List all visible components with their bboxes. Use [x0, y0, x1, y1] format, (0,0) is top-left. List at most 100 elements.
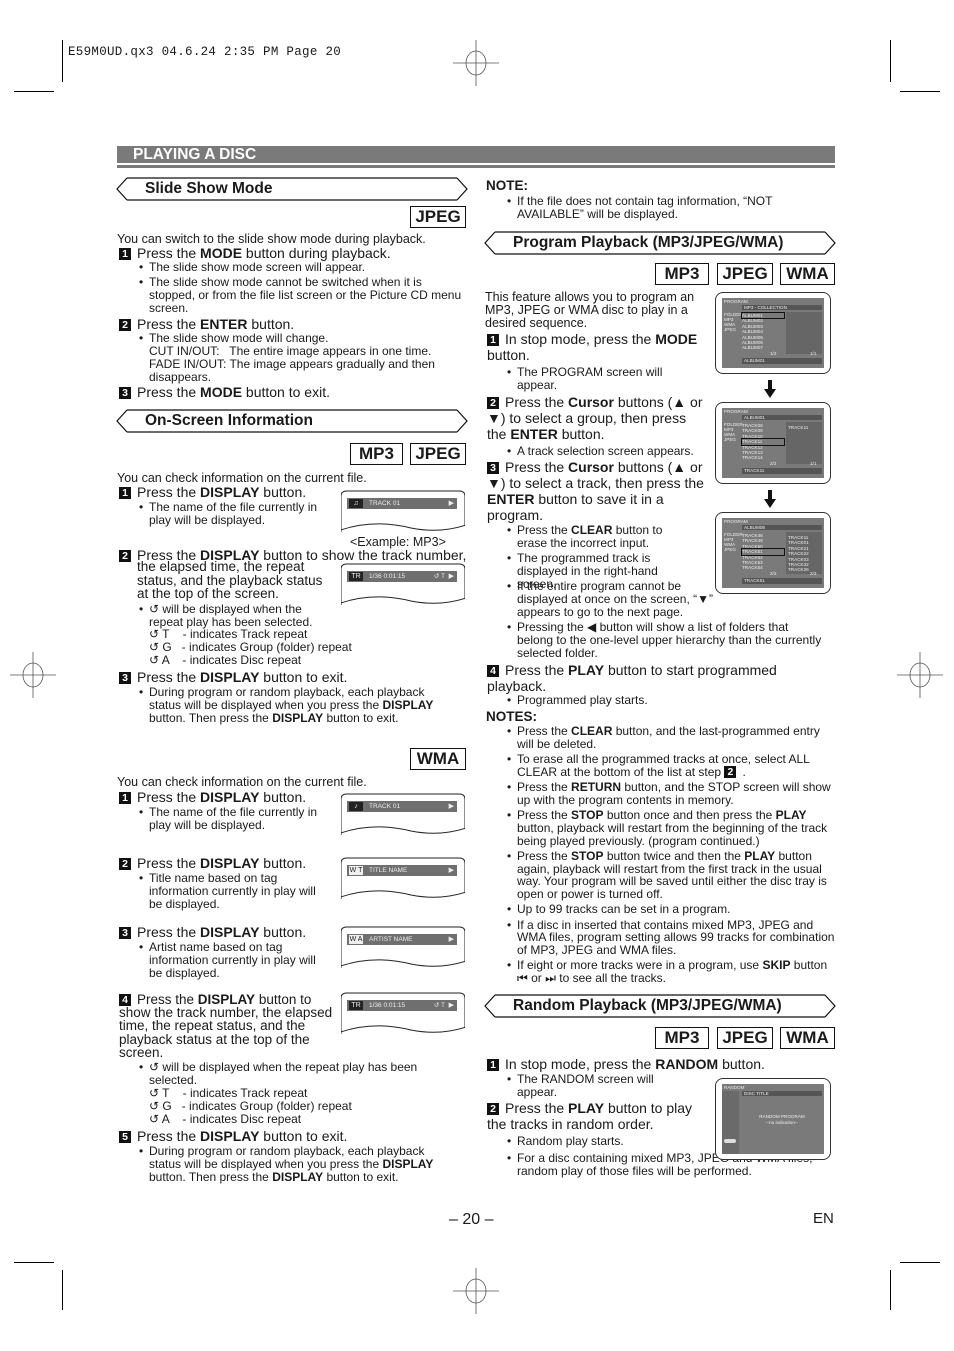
step-number: 3	[119, 927, 131, 939]
screen-side-menu: FOLDER MP3 WMA JPEG	[724, 422, 743, 442]
side-menu-item: JPEG	[724, 437, 736, 442]
slide-step-3: 3 Press the MODE button to exit.	[119, 384, 469, 400]
crop-mark	[14, 1262, 54, 1263]
screen-footer: TRACK51	[742, 578, 822, 584]
osd-display-artist-name: W A ARTIST NAME ▶	[341, 926, 465, 970]
random-screen-display: RANDOM DISC TITLE RANDOM PROGRAM --no in…	[722, 1084, 824, 1154]
screen-title: PROGRAM	[724, 409, 748, 414]
registration-mark-icon	[453, 40, 499, 86]
note-item: If eight or more tracks were in a progra…	[507, 959, 837, 985]
note-item: Up to 99 tracks can be set in a program.	[507, 903, 837, 916]
notes-title: NOTES:	[486, 709, 538, 724]
note-item: Press the RETURN button, and the STOP sc…	[507, 781, 837, 807]
crop-mark	[900, 91, 940, 92]
music-note-icon: ♪	[349, 802, 363, 811]
osd-bar: W A ARTIST NAME ▶	[347, 934, 457, 945]
bullet: A track selection screen appears.	[507, 445, 717, 458]
screen-header: ALBUM01	[742, 415, 822, 420]
play-icon: ▶	[448, 1002, 454, 1009]
wma-step-1: 1 Press the DISPLAY button.	[119, 789, 339, 805]
program-screen: PROGRAM MP3 - COLLECTION FOLDER MP3 WMA JPEG A…	[715, 292, 831, 374]
section-heading-onscreen: On-Screen Information	[116, 409, 468, 433]
step-number: 2	[119, 858, 131, 870]
step-number: 1	[119, 792, 131, 804]
step-number: 2	[119, 550, 131, 562]
format-badge-jpeg: JPEG	[410, 206, 466, 228]
play-icon: ▶	[448, 573, 454, 580]
side-menu-item: JPEG	[724, 327, 736, 332]
bullet: ↺ will be displayed when the repeat play…	[139, 603, 324, 629]
random-step-1: 1 In stop mode, press the RANDOM button.	[487, 1056, 832, 1072]
step-number: 3	[487, 462, 499, 474]
notes-list: Press the CLEAR button, and the last-pro…	[507, 725, 837, 987]
bullet: During program or random playback, each …	[139, 686, 459, 724]
program-step-4: 4 Press the PLAY button to start programm…	[487, 662, 777, 694]
track-icon: TR	[349, 572, 363, 581]
screen-footer: TRACK11	[742, 468, 822, 474]
slide-step-2: 2 Press the ENTER button.	[119, 316, 469, 332]
step-number: 3	[119, 387, 131, 399]
note-item: Press the STOP button twice and then the…	[507, 849, 837, 901]
play-icon: ▶	[448, 936, 454, 943]
side-menu-item: JPEG	[724, 547, 736, 552]
print-slug: E59M0UD.qx3 04.6.24 2:35 PM Page 20	[68, 45, 342, 59]
down-arrow-icon	[764, 380, 776, 398]
bullet: Artist name based on tag information cur…	[139, 941, 329, 980]
step-number: 2	[119, 319, 131, 331]
step-number: 4	[487, 665, 499, 677]
section-heading-program: Program Playback (MP3/JPEG/WMA)	[484, 231, 836, 255]
bullet: Random play starts.	[507, 1135, 707, 1148]
program-screen-display: PROGRAM ALBUM01 FOLDER MP3 WMA JPEG TRACK08 TRA…	[722, 408, 824, 478]
wma-intro: You can check information on the current…	[117, 775, 367, 789]
artist-tag-icon: W A	[349, 935, 363, 944]
repeat-item: ↺ T - indicates Track repeat	[149, 627, 308, 641]
play-icon: ▶	[448, 867, 454, 874]
file-list-item: TRACK14	[742, 455, 763, 461]
crop-mark	[62, 1270, 63, 1310]
fade-in-out-text: FADE IN/OUT: The image appears gradually…	[149, 357, 435, 384]
slide-step-1: 1 Press the MODE button during playback.	[119, 245, 469, 261]
step-number: 2	[487, 1103, 499, 1115]
wma-step-2: 2 Press the DISPLAY button.	[119, 855, 339, 871]
chapter-band: PLAYING A DISC	[117, 146, 835, 163]
format-badge-mp3: MP3	[655, 1027, 709, 1049]
step-number: 2	[487, 397, 499, 409]
registration-mark-icon	[453, 1268, 499, 1314]
screen-file-list: TRACK48 TRACK49 TRACK50 TRACK51 TRACK52 TRACK…	[741, 533, 785, 571]
program-list-panel: TRACK11	[786, 422, 822, 464]
program-list-panel: TRACK11 TRACK01 TRACK21 TRACK22 TRACK03 TRACK…	[786, 532, 822, 574]
note-item: To erase all the programmed tracks at on…	[507, 753, 837, 779]
step-number: 3	[119, 672, 131, 684]
bullet: The slide show mode cannot be switched w…	[139, 276, 464, 315]
screen-file-list: TRACK08 TRACK09 TRACK10 TRACK11 TRACK12 TRACK…	[741, 423, 785, 461]
crop-mark	[890, 1270, 891, 1310]
page-indicator: 2/3	[810, 571, 817, 576]
program-screen: PROGRAM ALBUM08 FOLDER MP3 WMA JPEG TRACK48 TRA…	[715, 512, 831, 594]
program-screen-display: PROGRAM MP3 - COLLECTION FOLDER MP3 WMA JPEG A…	[722, 298, 824, 368]
section-heading-text: Program Playback (MP3/JPEG/WMA)	[513, 234, 784, 251]
repeat-item: ↺ T - indicates Track repeat	[149, 1086, 308, 1100]
program-step-2: 2 Press the Cursor buttons (▲ or ▼) to se…	[487, 394, 703, 442]
wma-step-4: 4 Press the DISPLAY button to show the tr…	[119, 992, 333, 1060]
bullet: The RANDOM screen will appear.	[507, 1073, 667, 1099]
bullet: The name of the file currently in play w…	[139, 501, 334, 527]
language-code: EN	[813, 1210, 834, 1227]
format-badge-mp3: MP3	[655, 263, 709, 285]
program-step-1: 1 In stop mode, press the MODE button.	[487, 331, 698, 363]
program-list-panel	[786, 312, 822, 354]
note-item: If a disc in inserted that contains mixe…	[507, 918, 837, 957]
step-number: 5	[119, 1131, 131, 1143]
format-badge-jpeg: JPEG	[410, 443, 466, 465]
section-heading-random: Random Playback (MP3/JPEG/WMA)	[484, 994, 836, 1018]
bullet: The PROGRAM screen will appear.	[507, 366, 682, 392]
section-heading-slide-show: Slide Show Mode	[116, 177, 468, 201]
repeat-item: ↺ A - indicates Disc repeat	[149, 1112, 302, 1126]
program-step-3: 3 Press the Cursor buttons (▲ or ▼) to se…	[487, 459, 704, 523]
note-title: NOTE:	[486, 178, 528, 193]
repeat-icon: ↺ T	[433, 1002, 445, 1009]
step-number: 1	[119, 248, 131, 260]
onscreen-step-1: 1 Press the DISPLAY button.	[119, 484, 339, 500]
format-badge-wma: WMA	[410, 748, 466, 770]
page-number: – 20 –	[449, 1211, 494, 1228]
page-indicator: 1/1	[810, 461, 817, 466]
